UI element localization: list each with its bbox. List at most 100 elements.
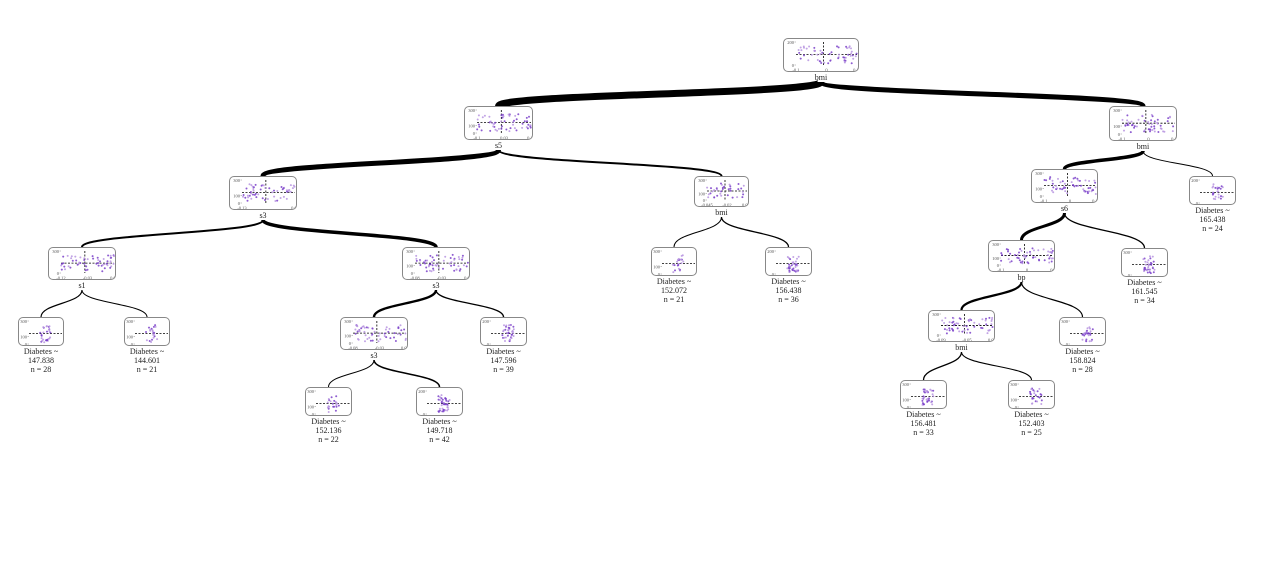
scatter-plot: 0 200 <box>766 248 812 276</box>
svg-text:0.003: 0.003 <box>401 346 408 351</box>
scatter-plot: 0100300 <box>125 318 170 346</box>
leaf-n: n = 28 <box>0 365 91 374</box>
scatter-plot: 0100300-0.100.1 <box>989 241 1055 272</box>
tree-edge <box>82 220 263 247</box>
split-feature: bmi <box>694 208 749 217</box>
svg-text:0.03: 0.03 <box>464 276 470 281</box>
leaf-target: Diabetes ~ <box>1033 347 1133 356</box>
leaf-target: Diabetes ~ <box>390 417 490 426</box>
tree-edge <box>722 217 789 247</box>
split-feature: s3 <box>340 351 408 360</box>
leaf-n: n = 22 <box>279 435 379 444</box>
leaf-node: 0200 <box>1189 176 1236 205</box>
leaf-value: 144.601 <box>97 356 197 365</box>
leaf-label: Diabetes ~144.601n = 21 <box>97 347 197 374</box>
svg-text:0: 0 <box>1015 405 1018 409</box>
svg-text:-0.03: -0.03 <box>375 346 385 351</box>
svg-text:-0.08: -0.08 <box>410 276 420 281</box>
tree-edge <box>329 360 375 387</box>
tree-edge <box>263 220 436 247</box>
svg-text:0: 0 <box>312 412 315 416</box>
leaf-target: Diabetes ~ <box>279 417 379 426</box>
scatter-plot: 0 200 <box>417 388 463 416</box>
tree-edge <box>263 150 499 176</box>
svg-text:-0.1: -0.1 <box>473 136 480 141</box>
leaf-node: 0100300 <box>1008 380 1055 409</box>
split-feature: bmi <box>1109 142 1177 151</box>
leaf-target: Diabetes ~ <box>982 410 1082 419</box>
leaf-label: Diabetes ~147.838n = 28 <box>0 347 91 374</box>
svg-text:200: 200 <box>767 249 775 254</box>
svg-text:300: 300 <box>126 319 134 324</box>
svg-text:0.1: 0.1 <box>1050 268 1055 273</box>
tree-edge <box>82 290 147 317</box>
tree-edge <box>499 82 822 106</box>
svg-text:200: 200 <box>482 319 490 324</box>
split-feature: bp <box>988 273 1055 282</box>
svg-text:300: 300 <box>1123 250 1131 255</box>
svg-text:300: 300 <box>1010 382 1018 387</box>
leaf-n: n = 34 <box>1095 296 1195 305</box>
scatter-plot: 0300 <box>1122 249 1168 277</box>
svg-text:300: 300 <box>406 249 414 254</box>
svg-text:100: 100 <box>307 404 315 409</box>
leaf-value: 156.481 <box>874 419 974 428</box>
svg-text:0.03: 0.03 <box>500 136 509 141</box>
leaf-label: Diabetes ~158.824n = 28 <box>1033 347 1133 374</box>
leaf-node: 0 200 <box>765 247 812 276</box>
split-node: 0100300-0.08-0.030.03 <box>402 247 470 280</box>
svg-text:200: 200 <box>418 389 426 394</box>
tree-edge <box>41 290 82 317</box>
svg-text:0: 0 <box>1066 342 1069 346</box>
tree-edge <box>1022 282 1083 317</box>
svg-text:200: 200 <box>787 40 795 45</box>
leaf-target: Diabetes ~ <box>739 277 839 286</box>
svg-text:0: 0 <box>772 272 775 276</box>
leaf-value: 147.838 <box>0 356 91 365</box>
svg-text:300: 300 <box>992 242 1000 247</box>
leaf-value: 161.545 <box>1095 287 1195 296</box>
svg-text:-0.1: -0.1 <box>1040 199 1047 204</box>
svg-text:200: 200 <box>1191 178 1199 183</box>
svg-text:300: 300 <box>468 108 476 113</box>
leaf-node: 0100300 <box>900 380 947 409</box>
leaf-label: Diabetes ~161.545n = 34 <box>1095 278 1195 305</box>
svg-text:300: 300 <box>344 319 352 324</box>
leaf-target: Diabetes ~ <box>1163 206 1263 215</box>
scatter-plot: 0100300-0.130.03 <box>230 177 297 210</box>
leaf-node: 0200 <box>480 317 527 346</box>
scatter-plot: 0100300-0.08-0.030.03 <box>403 248 470 280</box>
split-node: 0100300-0.045-0.020.005 <box>694 176 749 207</box>
leaf-target: Diabetes ~ <box>1095 278 1195 287</box>
svg-text:-0.03: -0.03 <box>83 276 93 281</box>
leaf-node: 0100300 <box>305 387 352 416</box>
leaf-node: 0100300 <box>651 247 697 276</box>
svg-text:0: 0 <box>423 412 426 416</box>
svg-text:0: 0 <box>658 272 661 276</box>
svg-text:100: 100 <box>1035 186 1043 191</box>
scatter-plot: 0100300 <box>652 248 697 276</box>
leaf-label: Diabetes ~149.718n = 42 <box>390 417 490 444</box>
leaf-label: Diabetes ~152.403n = 25 <box>982 410 1082 437</box>
svg-text:-0.1: -0.1 <box>792 68 799 73</box>
split-node: 0300-0.12-0.030.08 <box>48 247 116 280</box>
svg-text:-0.09: -0.09 <box>936 338 946 343</box>
svg-text:300: 300 <box>233 178 241 183</box>
svg-text:0.005: 0.005 <box>988 338 995 343</box>
svg-text:-0.045: -0.045 <box>701 203 713 208</box>
svg-text:-0.02: -0.02 <box>722 203 731 208</box>
svg-text:100: 100 <box>698 191 706 196</box>
svg-text:100: 100 <box>344 334 352 339</box>
split-feature: s3 <box>402 281 470 290</box>
leaf-node: 0300 <box>1059 317 1106 346</box>
scatter-plot: 0300 <box>1060 318 1106 346</box>
leaf-label: Diabetes ~156.438n = 36 <box>739 277 839 304</box>
split-feature: s1 <box>48 281 116 290</box>
leaf-node: 0300 <box>1121 248 1168 277</box>
leaf-label: Diabetes ~152.072n = 21 <box>624 277 724 304</box>
leaf-target: Diabetes ~ <box>0 347 91 356</box>
leaf-n: n = 24 <box>1163 224 1263 233</box>
svg-text:300: 300 <box>1035 171 1043 176</box>
leaf-target: Diabetes ~ <box>454 347 554 356</box>
leaf-n: n = 21 <box>97 365 197 374</box>
